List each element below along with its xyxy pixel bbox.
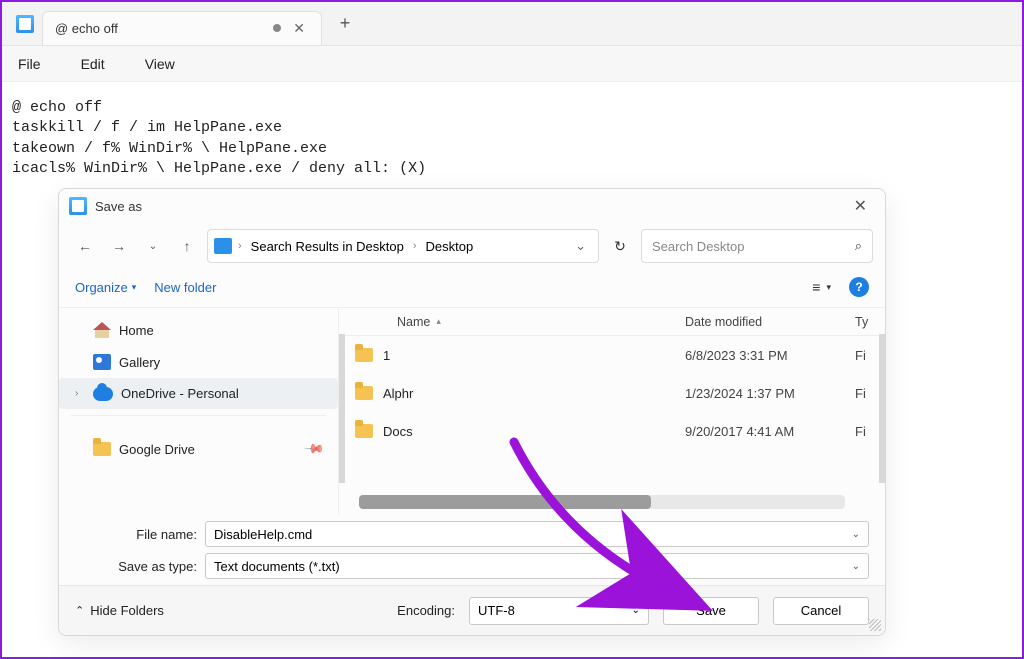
horizontal-scrollbar[interactable]: [359, 495, 845, 509]
sidebar-item-onedrive[interactable]: › OneDrive - Personal: [59, 378, 338, 409]
dialog-title: Save as: [95, 199, 142, 214]
tab-title: @ echo off: [55, 21, 118, 36]
forward-button[interactable]: →: [105, 232, 133, 260]
file-list: Name▴ Date modified Ty 1 6/8/2023 3:31 P…: [339, 308, 885, 515]
chevron-down-icon: ▾: [132, 282, 137, 293]
column-name[interactable]: Name▴: [339, 315, 685, 329]
breadcrumb-seg1[interactable]: Search Results in Desktop: [248, 237, 407, 256]
breadcrumb-seg2[interactable]: Desktop: [423, 237, 477, 256]
menu-file[interactable]: File: [18, 56, 41, 72]
help-button[interactable]: ?: [849, 277, 869, 297]
address-bar[interactable]: › Search Results in Desktop › Desktop ⌄: [207, 229, 599, 263]
chevron-down-icon[interactable]: ⌄: [632, 605, 640, 616]
location-icon: [214, 238, 232, 254]
chevron-down-icon[interactable]: ⌄: [852, 529, 860, 540]
search-placeholder: Search Desktop: [652, 239, 745, 254]
search-input[interactable]: Search Desktop ⌕: [641, 229, 873, 263]
new-tab-button[interactable]: +: [330, 9, 360, 39]
home-icon: [93, 322, 111, 338]
chevron-right-icon: ›: [411, 240, 419, 252]
column-type[interactable]: Ty: [855, 315, 885, 329]
view-button[interactable]: ≡ ▾: [812, 279, 831, 295]
nav-row: ← → ⌄ ↑ › Search Results in Desktop › De…: [59, 223, 885, 269]
organize-button[interactable]: Organize ▾: [75, 280, 136, 295]
dialog-footer: ⌃ Hide Folders Encoding: UTF-8 ⌄ Save Ca…: [59, 585, 885, 635]
encoding-select[interactable]: UTF-8 ⌄: [469, 597, 649, 625]
chevron-up-icon: ⌃: [75, 604, 84, 617]
dialog-body: › Home › Gallery › OneDrive - Personal ›…: [59, 307, 885, 515]
file-name-input[interactable]: DisableHelp.cmd ⌄: [205, 521, 869, 547]
back-button[interactable]: ←: [71, 232, 99, 260]
fields: File name: DisableHelp.cmd ⌄ Save as typ…: [59, 515, 885, 585]
notepad-icon: [16, 15, 34, 33]
chevron-right-icon: ›: [236, 240, 244, 252]
table-row[interactable]: Alphr 1/23/2024 1:37 PM Fi: [339, 374, 885, 412]
refresh-button[interactable]: ↻: [605, 231, 635, 261]
gallery-icon: [93, 354, 111, 370]
save-as-type-label: Save as type:: [75, 559, 197, 574]
save-button[interactable]: Save: [663, 597, 759, 625]
cloud-icon: [93, 387, 113, 401]
close-icon[interactable]: ✕: [846, 192, 875, 220]
tab-strip: @ echo off ✕ +: [2, 2, 1022, 46]
encoding-label: Encoding:: [397, 603, 455, 618]
folder-icon: [355, 386, 373, 400]
sidebar-item-google-drive[interactable]: › Google Drive 📌: [59, 433, 338, 465]
table-row[interactable]: 1 6/8/2023 3:31 PM Fi: [339, 336, 885, 374]
folder-icon: [355, 424, 373, 438]
menu-view[interactable]: View: [145, 56, 175, 72]
address-dropdown-icon[interactable]: ⌄: [569, 238, 592, 254]
column-headers: Name▴ Date modified Ty: [339, 308, 885, 336]
scrollbar-left[interactable]: [339, 334, 345, 483]
save-as-dialog: Save as ✕ ← → ⌄ ↑ › Search Results in De…: [58, 188, 886, 636]
file-name-label: File name:: [75, 527, 197, 542]
sidebar: › Home › Gallery › OneDrive - Personal ›…: [59, 308, 339, 515]
chevron-down-icon[interactable]: ⌄: [852, 561, 860, 572]
hide-folders-button[interactable]: ⌃ Hide Folders: [75, 603, 164, 618]
menu-edit[interactable]: Edit: [81, 56, 105, 72]
sidebar-item-home[interactable]: › Home: [59, 314, 338, 346]
sidebar-item-gallery[interactable]: › Gallery: [59, 346, 338, 378]
menu-bar: File Edit View: [2, 46, 1022, 82]
chevron-right-icon[interactable]: ›: [75, 388, 85, 399]
pin-icon[interactable]: 📌: [303, 438, 326, 461]
dialog-app-icon: [69, 197, 87, 215]
scrollbar-right[interactable]: [879, 334, 885, 483]
editor-content[interactable]: @ echo off taskkill / f / im HelpPane.ex…: [2, 82, 1022, 195]
dialog-titlebar: Save as ✕: [59, 189, 885, 223]
save-as-type-select[interactable]: Text documents (*.txt) ⌄: [205, 553, 869, 579]
tab-close-icon[interactable]: ✕: [289, 20, 309, 37]
sort-asc-icon: ▴: [436, 316, 441, 327]
column-date[interactable]: Date modified: [685, 315, 855, 329]
table-row[interactable]: Docs 9/20/2017 4:41 AM Fi: [339, 412, 885, 450]
editor-tab[interactable]: @ echo off ✕: [42, 11, 322, 45]
folder-icon: [355, 348, 373, 362]
search-icon: ⌕: [855, 238, 862, 254]
folder-icon: [93, 442, 111, 456]
toolbar: Organize ▾ New folder ≡ ▾ ?: [59, 269, 885, 307]
resize-grip-icon[interactable]: [869, 619, 881, 631]
new-folder-button[interactable]: New folder: [154, 280, 216, 295]
up-button[interactable]: ↑: [173, 232, 201, 260]
cancel-button[interactable]: Cancel: [773, 597, 869, 625]
recent-locations-button[interactable]: ⌄: [139, 232, 167, 260]
modified-dot-icon: [273, 24, 281, 32]
